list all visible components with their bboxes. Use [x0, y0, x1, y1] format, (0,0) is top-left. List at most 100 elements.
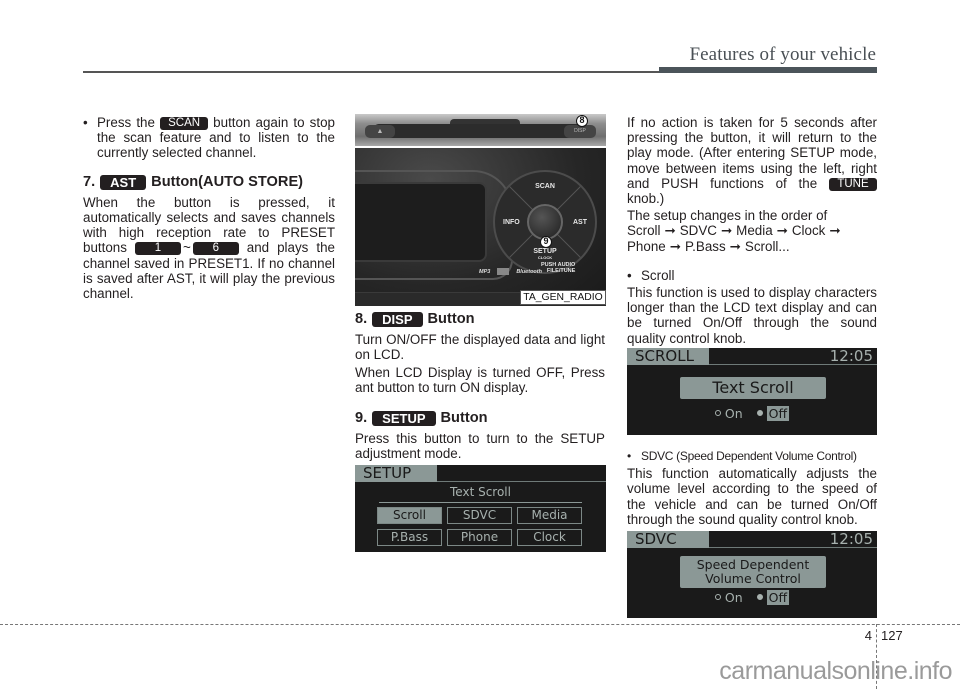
footer-rule	[0, 624, 960, 625]
screen-subtitle: Text Scroll	[450, 485, 511, 499]
setup-options-grid: Scroll SDVC Media P.Bass Phone Clock	[377, 507, 582, 546]
clock-subtext: CLOCK	[537, 255, 553, 260]
section-7-paragraph: When the button is pressed, it automatic…	[83, 195, 335, 301]
screen-tab: SDVC	[627, 531, 709, 548]
chapter-number: 4	[864, 628, 872, 643]
radio-unselected-icon	[714, 410, 721, 416]
dial-info-label: INFO	[503, 219, 520, 226]
scroll-paragraph: This function is used to display charact…	[627, 285, 877, 346]
option-title-box: Text Scroll	[680, 377, 826, 399]
order-paragraph: The setup changes in the order of Scroll…	[627, 208, 877, 254]
watermark: carmanualsonline.info	[719, 657, 952, 685]
arrow-right-icon: ➞	[729, 238, 741, 254]
tilde: ~	[182, 240, 191, 256]
disp-key-badge: DISP	[372, 312, 423, 328]
eject-icon: ▲	[365, 125, 395, 138]
screen-clock: 12:05	[829, 348, 873, 365]
section-9-paragraph: Press this button to turn to the SETUP a…	[355, 431, 605, 462]
setup-text: SETUP	[533, 248, 557, 255]
arrow-right-icon: ➞	[829, 223, 841, 239]
screen-tab: SETUP	[355, 465, 437, 482]
order-item: Scroll...	[744, 238, 790, 254]
brand-logos: MP3 Bluetooth	[479, 268, 542, 275]
section-9-heading: 9. SETUP Button	[355, 410, 605, 427]
box-line: Speed Dependent	[696, 557, 810, 572]
preset-1-key-badge: 1	[134, 242, 181, 256]
radio-selected-icon	[756, 410, 763, 416]
screen-tab-bar: SDVC 12:05	[627, 531, 877, 548]
sdvc-bullet: SDVC (Speed Dependent Volume Control)	[627, 449, 877, 464]
on-option: On	[724, 590, 743, 605]
column-2: 8. DISP Button Turn ON/OFF the displayed…	[355, 311, 605, 464]
tune-key-badge: TUNE	[828, 177, 877, 191]
tune-knob	[527, 204, 563, 240]
section-title-text: Button(AUTO STORE)	[151, 173, 304, 190]
dial-scan-label: SCAN	[535, 183, 555, 190]
scroll-screen-image: SCROLL 12:05 Text Scroll On Off	[627, 348, 877, 435]
setup-option: SDVC	[447, 507, 512, 524]
timeout-paragraph: If no action is taken for 5 seconds afte…	[627, 115, 877, 206]
section-title-text: Button	[427, 311, 475, 327]
setup-option: Clock	[517, 529, 582, 546]
radio-display	[355, 182, 487, 262]
dial-ast-label: AST	[573, 219, 587, 226]
screen-divider	[379, 502, 582, 503]
text: The setup changes in the order of	[627, 208, 828, 224]
on-off-options: On Off	[627, 590, 877, 605]
scroll-bullet: Scroll	[627, 268, 877, 283]
off-option: Off	[766, 590, 790, 605]
box-line: Volume Control	[705, 571, 801, 586]
preset-6-key-badge: 6	[192, 242, 239, 256]
disp-button-photo: DISP	[564, 125, 596, 138]
order-item: Media	[736, 223, 773, 239]
bluetooth-logo: Bluetooth	[516, 268, 542, 275]
setup-option: Phone	[447, 529, 512, 546]
header-accent-bar	[659, 67, 877, 73]
scan-stop-bullet: Press the SCAN button again to stop the …	[83, 115, 335, 161]
arrow-right-icon: ➞	[776, 223, 788, 239]
screen-tab: SCROLL	[627, 348, 709, 365]
section-7-heading: 7. AST Button(AUTO STORE)	[83, 173, 335, 190]
arrow-right-icon: ➞	[664, 223, 676, 239]
cd-slot	[373, 124, 588, 138]
section-number: 9.	[355, 410, 368, 427]
radio-selected-icon	[756, 594, 763, 600]
ast-key-badge: AST	[100, 174, 147, 190]
radio-head-unit-photo: SCAN INFO AST SETUP CLOCK 9 MP3 Bluetooth…	[355, 148, 606, 306]
order-item: P.Bass	[684, 238, 726, 254]
scan-key-badge: SCAN	[160, 117, 209, 130]
section-number: 8.	[355, 311, 368, 327]
page-number: 127	[881, 628, 903, 643]
radio-unselected-icon	[714, 594, 721, 600]
option-title-box: Speed Dependent Volume Control	[680, 556, 826, 588]
arrow-right-icon: ➞	[669, 238, 681, 254]
setup-option: P.Bass	[377, 529, 442, 546]
setup-option: Scroll	[377, 507, 442, 524]
screen-tab-bar: SETUP	[355, 465, 606, 482]
control-dial: SCAN INFO AST SETUP CLOCK	[493, 170, 597, 274]
section-8-paragraph-1: Turn ON/OFF the displayed data and light…	[355, 332, 605, 363]
push-audio-label: PUSH AUDIO FILE/TUNE	[541, 262, 575, 274]
screen-tab-bar: SCROLL 12:05	[627, 348, 877, 365]
mp3-logo: MP3	[479, 268, 491, 275]
on-option: On	[724, 406, 743, 421]
column-1: Press the SCAN button again to stop the …	[83, 115, 335, 303]
section-8-heading: 8. DISP Button	[355, 311, 605, 328]
column-3: If no action is taken for 5 seconds afte…	[627, 115, 877, 348]
setup-option: Media	[517, 507, 582, 524]
cd-logo-icon	[497, 268, 510, 275]
screen-clock: 12:05	[829, 531, 873, 548]
header-rule	[83, 71, 663, 73]
sdvc-paragraph: This function automatically adjusts the …	[627, 466, 877, 527]
order-item: Scroll	[627, 223, 661, 239]
setup-key-badge: SETUP	[372, 411, 436, 427]
section-8-paragraph-2: When LCD Display is turned OFF, Press an…	[355, 364, 605, 395]
file-tune-text: FILE/TUNE	[546, 268, 576, 274]
sdvc-screen-image: SDVC 12:05 Speed Dependent Volume Contro…	[627, 531, 877, 618]
text: knob.)	[627, 191, 665, 207]
order-item: Phone	[627, 238, 666, 254]
section-number: 7.	[83, 173, 96, 190]
order-item: Clock	[791, 223, 826, 239]
dial-setup-label: SETUP CLOCK	[533, 248, 557, 261]
on-off-options: On Off	[627, 406, 877, 421]
